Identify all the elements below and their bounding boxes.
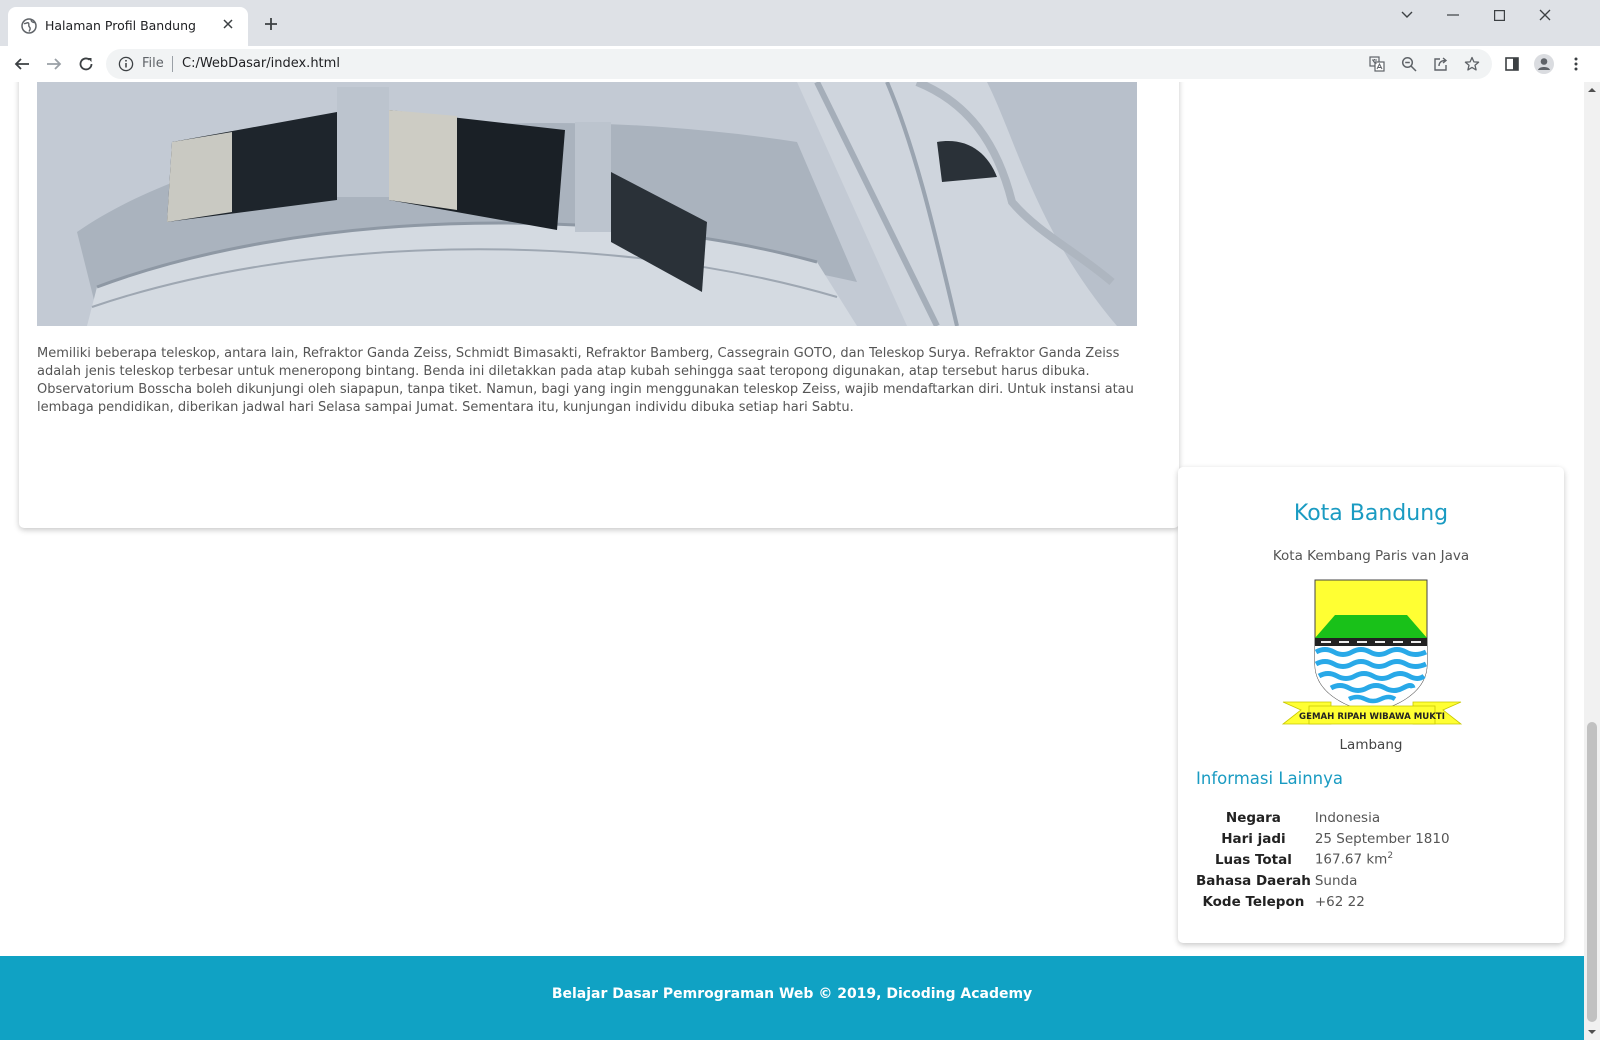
info-row: Hari jadi 25 September 1810 (1196, 828, 1450, 849)
minimize-icon[interactable] (1430, 0, 1476, 30)
info-value: 167.67 km2 (1313, 849, 1450, 870)
info-value-text: +62 22 (1314, 893, 1365, 910)
footer-text: Belajar Dasar Pemrograman Web © 2019, Di… (551, 986, 1033, 1002)
browser-toolbar: File C:/WebDasar/index.html (0, 46, 1600, 83)
info-value-superscript: 2 (1387, 851, 1394, 862)
browser-tab[interactable]: Halaman Profil Bandung (8, 7, 248, 46)
info-value-text: Sunda (1314, 872, 1358, 889)
city-tagline: Kota Kembang Paris van Java (1272, 548, 1470, 564)
info-row: Negara Indonesia (1196, 807, 1450, 828)
info-value-text: Indonesia (1314, 809, 1381, 826)
city-emblem: GEMAH RIPAH WIBAWA MUKTI (1281, 579, 1463, 725)
info-heading: Informasi Lainnya (1196, 769, 1344, 788)
url-text[interactable]: C:/WebDasar/index.html (182, 56, 340, 71)
profile-icon[interactable] (1534, 54, 1554, 74)
scroll-up-arrow-icon[interactable] (1584, 82, 1600, 98)
info-value: 25 September 1810 (1313, 828, 1450, 849)
info-value: Indonesia (1313, 807, 1450, 828)
info-table: Negara Indonesia Hari jadi 25 September 181… (1196, 807, 1450, 912)
address-bar[interactable]: File C:/WebDasar/index.html (106, 49, 1492, 79)
tab-title: Halaman Profil Bandung (45, 18, 196, 33)
info-row: Luas Total 167.67 km2 (1196, 849, 1450, 870)
profile-card: Kota Bandung Kota Kembang Paris van Java… (1178, 467, 1564, 943)
scrollbar-thumb[interactable] (1587, 722, 1597, 1022)
page-viewport: Memiliki beberapa teleskop, antara lain,… (0, 82, 1584, 1040)
info-icon[interactable] (118, 56, 134, 72)
reload-icon[interactable] (74, 52, 98, 76)
forward-icon[interactable] (42, 52, 66, 76)
share-icon[interactable] (1432, 55, 1450, 73)
menu-icon[interactable] (1566, 54, 1586, 74)
info-value: +62 22 (1313, 891, 1450, 912)
maximize-icon[interactable] (1476, 0, 1522, 30)
address-separator (172, 56, 173, 72)
city-title: Kota Bandung (1293, 501, 1449, 526)
side-panel-icon[interactable] (1502, 54, 1522, 74)
plus-icon[interactable] (260, 13, 282, 35)
emblem-caption: Lambang (1339, 737, 1403, 753)
window-close-icon[interactable] (1522, 0, 1568, 30)
tab-search-chevron-icon[interactable] (1384, 0, 1430, 30)
info-label: Luas Total (1214, 851, 1292, 868)
info-label: Bahasa Daerah (1196, 872, 1311, 889)
info-label: Hari jadi (1221, 830, 1286, 847)
translate-icon[interactable] (1368, 55, 1386, 73)
info-value-text: 25 September 1810 (1314, 830, 1450, 847)
back-icon[interactable] (10, 52, 34, 76)
article-card: Memiliki beberapa teleskop, antara lain,… (19, 82, 1179, 528)
scroll-down-arrow-icon[interactable] (1584, 1024, 1600, 1040)
info-label: Negara (1225, 809, 1281, 826)
page-footer: Belajar Dasar Pemrograman Web © 2019, Di… (0, 956, 1584, 1040)
info-value-text: 167.67 km (1314, 851, 1388, 868)
bosscha-observatory-photo (37, 82, 1137, 326)
emblem-motto: GEMAH RIPAH WIBAWA MUKTI (1299, 712, 1445, 722)
info-label: Kode Telepon (1202, 893, 1305, 910)
info-value: Sunda (1313, 870, 1450, 891)
browser-tab-strip: Halaman Profil Bandung (0, 0, 1600, 46)
zoom-out-icon[interactable] (1400, 55, 1418, 73)
page-scrollbar[interactable] (1584, 82, 1600, 1040)
info-row: Kode Telepon +62 22 (1196, 891, 1450, 912)
globe-icon (21, 18, 37, 34)
star-icon[interactable] (1463, 55, 1481, 73)
article-paragraph: Memiliki beberapa teleskop, antara lain,… (37, 346, 1134, 415)
info-row: Bahasa Daerah Sunda (1196, 870, 1450, 891)
file-scheme-label: File (142, 56, 164, 71)
close-icon[interactable] (218, 14, 238, 34)
